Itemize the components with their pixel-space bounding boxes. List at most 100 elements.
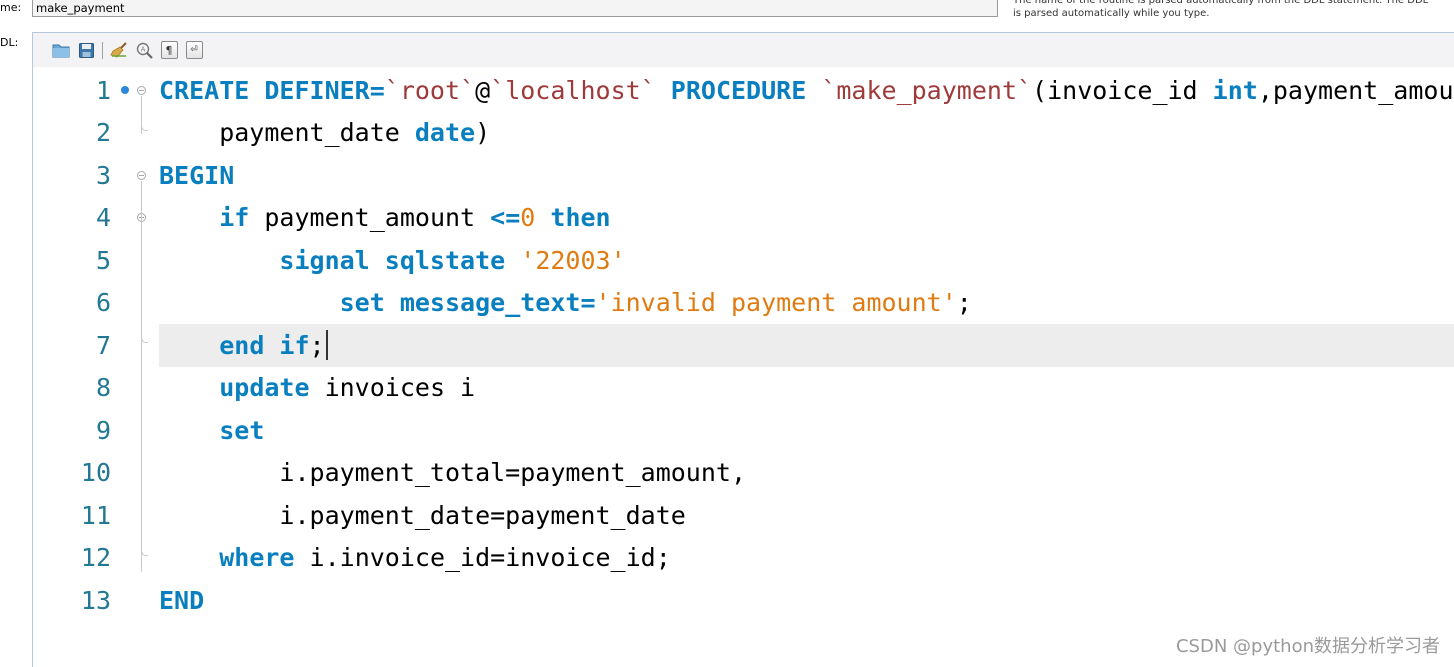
code-line[interactable]: 3 BEGIN — [33, 154, 1454, 197]
beautify-button[interactable] — [108, 39, 130, 61]
find-button[interactable]: A — [133, 39, 155, 61]
line-number: 7 — [95, 330, 111, 360]
line-number: 11 — [80, 500, 111, 530]
code-token: `make_payment` — [821, 75, 1033, 105]
line-number: 12 — [80, 543, 111, 573]
code-line[interactable]: 1 CREATE DEFINER = `root` @ `localhost` PROCE… — [33, 69, 1454, 112]
code-line[interactable]: 9 set — [33, 409, 1454, 452]
code-token: ) — [475, 118, 491, 148]
save-icon — [78, 42, 94, 58]
code-token: 'invalid payment amount' — [595, 288, 957, 318]
code-token: BEGIN — [159, 160, 235, 190]
code-token: ; — [309, 330, 325, 360]
code-token: `localhost` — [490, 75, 656, 105]
line-number: 10 — [80, 458, 111, 488]
code-text: CREATE DEFINER = `root` @ `localhost` PROCED… — [159, 69, 1454, 112]
open-file-button[interactable] — [50, 39, 72, 61]
watermark: CSDN @python数据分析学习者 — [1175, 636, 1440, 657]
code-token: 0 — [520, 203, 536, 233]
line-number: 6 — [95, 288, 111, 318]
folder-open-icon — [52, 44, 70, 57]
code-line[interactable]: 11 i.payment_date=payment_date — [33, 494, 1454, 537]
code-token: ; — [956, 288, 972, 318]
code-token: = — [369, 75, 385, 105]
code-token: date — [414, 118, 476, 148]
routine-name-input[interactable] — [32, 0, 998, 17]
fold-toggle-icon[interactable] — [137, 85, 146, 95]
fold-guide-end — [141, 336, 148, 343]
code-text: i.payment_date=payment_date — [159, 494, 1454, 537]
code-token: i.invoice_id=invoice_id; — [294, 543, 671, 573]
editor-toolbar: A ¶ ⏎ — [33, 33, 1454, 67]
line-number: 3 — [95, 160, 111, 190]
code-text: payment_date date) — [159, 112, 1454, 155]
code-token: PROCEDURE — [670, 75, 807, 105]
svg-text:A: A — [140, 45, 145, 53]
code-token: i.payment_date=payment_date — [159, 500, 686, 530]
code-token: END — [159, 585, 205, 615]
text-caret — [325, 330, 328, 361]
line-number: 5 — [95, 245, 111, 275]
code-token: where — [219, 543, 295, 573]
toggle-word-wrap-button[interactable]: ⏎ — [183, 39, 205, 61]
code-text: if payment_amount <= 0 then — [159, 197, 1454, 240]
code-token: ,payment_amount decimal(9,2), — [1257, 75, 1454, 105]
code-line[interactable]: 5 signal sqlstate '22003' — [33, 239, 1454, 282]
code-token: set message_text — [339, 288, 581, 318]
ddl-panel: A ¶ ⏎ 1 CREATE DEFINER = `root` @ `localhost`… — [32, 32, 1454, 667]
code-token: i.payment_total=payment_amount, — [159, 458, 746, 488]
line-number: 13 — [80, 585, 111, 615]
code-token: <= — [490, 203, 521, 233]
code-token: end if — [219, 330, 310, 360]
code-line[interactable]: 10 i.payment_total=payment_amount, — [33, 452, 1454, 495]
line-number: 1 — [95, 75, 111, 105]
line-number: 8 — [95, 373, 111, 403]
ddl-label: DL: — [0, 36, 19, 49]
help-text: The name of the routine is parsed automa… — [1013, 0, 1429, 19]
code-text: where i.invoice_id=invoice_id; — [159, 537, 1454, 580]
statement-marker-icon[interactable] — [121, 86, 129, 95]
code-line[interactable]: 6 set message_text ='invalid payment amou… — [33, 282, 1454, 325]
code-text: END — [159, 579, 1454, 622]
save-button[interactable] — [75, 39, 97, 61]
code-line[interactable]: 2 payment_date date) — [33, 112, 1454, 155]
code-text: signal sqlstate '22003' — [159, 239, 1454, 282]
code-token: signal sqlstate — [279, 245, 506, 275]
code-token: int — [1212, 75, 1258, 105]
fold-guide-end — [141, 548, 148, 556]
code-token: if — [219, 203, 250, 233]
line-number: 4 — [95, 203, 111, 233]
pilcrow-icon: ¶ — [165, 43, 173, 57]
code-token: CREATE DEFINER — [159, 75, 370, 105]
code-line[interactable]: 7 end if; — [33, 324, 1454, 367]
find-magnifier-icon: A — [136, 42, 153, 59]
code-line[interactable]: 4 if payment_amount <= 0 then — [33, 197, 1454, 240]
word-wrap-icon: ⏎ — [190, 45, 198, 55]
sql-editor[interactable]: 1 CREATE DEFINER = `root` @ `localhost` PROCE… — [33, 67, 1454, 667]
code-text: set — [159, 409, 1454, 452]
fold-toggle-icon[interactable] — [137, 170, 146, 180]
code-token: = — [580, 288, 596, 318]
code-token: then — [550, 203, 611, 233]
fold-guide — [141, 181, 142, 572]
code-line[interactable]: 13 END — [33, 579, 1454, 622]
code-token: (invoice_id — [1032, 75, 1213, 105]
code-token: set — [219, 415, 265, 445]
code-token: invoices i — [309, 373, 476, 403]
toggle-invisibles-button[interactable]: ¶ — [158, 39, 180, 61]
code-line[interactable]: 8 update invoices i — [33, 367, 1454, 410]
code-text: i.payment_total=payment_amount, — [159, 452, 1454, 495]
code-token: update — [219, 373, 310, 403]
routine-name-label: me: — [0, 1, 22, 14]
code-line[interactable]: 12 where i.invoice_id=invoice_id; — [33, 537, 1454, 580]
